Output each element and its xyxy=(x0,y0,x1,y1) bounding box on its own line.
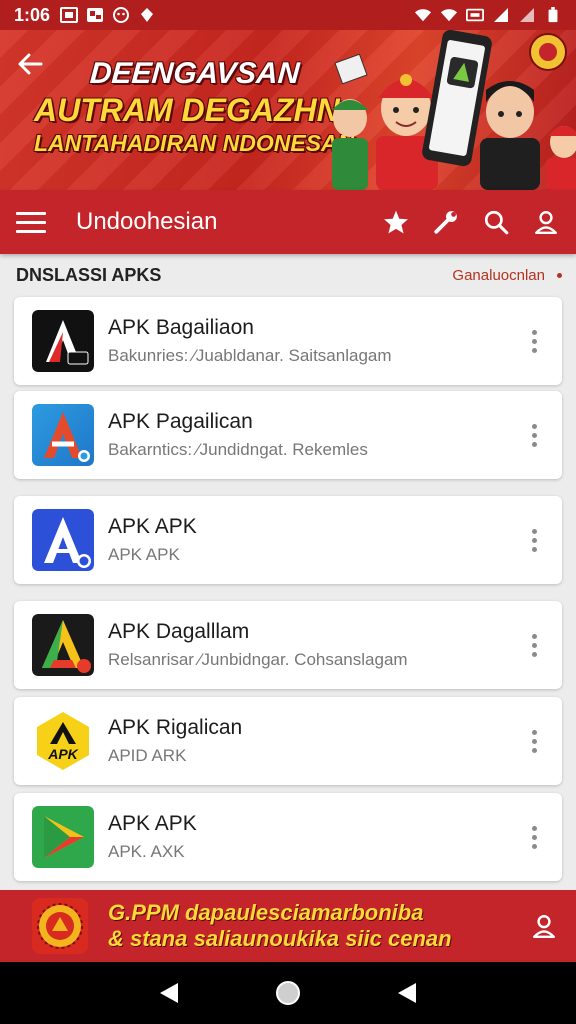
status-bar: 1:06 xyxy=(0,0,576,30)
app-subtitle: Bakunries: ⁄Juabldanar. Saitsanlagam xyxy=(108,346,392,365)
more-options-button[interactable] xyxy=(524,630,544,660)
apk-icon-text: APK xyxy=(47,746,78,762)
back-nav-icon xyxy=(160,983,179,1003)
favorites-button[interactable] xyxy=(382,208,410,236)
wifi-icon xyxy=(440,9,458,22)
promo-account-button[interactable] xyxy=(528,910,560,942)
menu-button[interactable] xyxy=(16,205,50,239)
child-right-illustration xyxy=(546,126,576,190)
status-time: 1:06 xyxy=(14,4,51,25)
child-dark-illustration xyxy=(480,81,540,190)
more-options-button[interactable] xyxy=(524,326,544,356)
nav-back-button[interactable] xyxy=(152,976,186,1010)
signal-icon xyxy=(520,8,534,22)
app-name: APK Bagailiaon xyxy=(108,316,254,339)
apk-icon-blue-red xyxy=(32,404,94,466)
app-info: APK Rigalican APID ARK xyxy=(108,716,524,766)
app-subtitle: Bakarntics: ⁄Jundidngat. Rekemles xyxy=(108,440,368,459)
app-subtitle: APID ARK xyxy=(108,746,187,765)
photo-icon xyxy=(87,8,104,22)
app-info: APK APK APK. AXK xyxy=(108,812,524,862)
emblem-illustration xyxy=(529,33,567,71)
banner-line-2: AUTRAM DEGAZHN xyxy=(34,91,340,128)
app-title: Undoohesian xyxy=(76,208,218,235)
system-nav-bar xyxy=(0,962,576,1024)
app-list-item[interactable]: APK APK APK. AXK xyxy=(14,793,562,881)
status-icons-left xyxy=(60,7,156,23)
nfc-icon xyxy=(466,8,484,22)
account-button[interactable] xyxy=(532,208,560,236)
hamburger-line xyxy=(16,229,46,233)
promo-line-2: & stana saliaunoukika siic cenan xyxy=(108,926,452,951)
app-list-item[interactable]: APK Dagalllam Relsanrisar ⁄Junbidngar. C… xyxy=(14,601,562,689)
app-name: APK Dagalllam xyxy=(108,620,250,643)
home-nav-icon xyxy=(275,981,300,1005)
wifi-icon xyxy=(414,9,432,22)
apk-icon-tricolor xyxy=(32,614,94,676)
section-link[interactable]: Ganaluocnlan xyxy=(452,267,545,284)
tools-button[interactable] xyxy=(432,208,460,236)
hamburger-line xyxy=(16,211,46,215)
section-header: DNSLASSI APKS Ganaluocnlan xyxy=(16,262,562,288)
signal-icon xyxy=(494,8,508,22)
banner-headline: DEENGAVSAN AUTRAM DEGAZHN LANTAHADIRAN N… xyxy=(34,57,355,157)
promo-banner[interactable]: G.PPM dapaulesciamarboniba & stana salia… xyxy=(0,890,576,962)
app-info: APK APK APK APK xyxy=(108,515,524,565)
bug-icon xyxy=(141,8,154,22)
app-subtitle: APK. AXK xyxy=(108,842,185,861)
hamburger-line xyxy=(16,220,46,224)
app-list-item[interactable]: APK Bagailiaon Bakunries: ⁄Juabldanar. S… xyxy=(14,297,562,385)
more-options-button[interactable] xyxy=(524,525,544,555)
face-icon xyxy=(113,7,130,23)
gallery-icon xyxy=(60,7,79,23)
search-icon xyxy=(484,210,509,235)
app-info: APK Pagailican Bakarntics: ⁄Jundidngat. … xyxy=(108,410,524,460)
section-title: DNSLASSI APKS xyxy=(16,264,162,285)
app-info: APK Dagalllam Relsanrisar ⁄Junbidngar. C… xyxy=(108,620,524,670)
user-icon xyxy=(535,211,557,235)
banner-line-3: LANTAHADIRAN NDONESAN xyxy=(34,130,355,157)
recents-nav-icon xyxy=(397,983,416,1003)
apk-icon-blue xyxy=(32,509,94,571)
promo-line-1: G.PPM dapaulesciamarboniba xyxy=(108,899,424,925)
status-icons-right xyxy=(414,7,562,23)
user-icon xyxy=(533,915,555,939)
search-button[interactable] xyxy=(482,208,510,236)
promo-text: G.PPM dapaulesciamarboniba & stana salia… xyxy=(108,900,452,953)
star-icon xyxy=(384,210,408,234)
app-name: APK Rigalican xyxy=(108,716,243,739)
app-list-item[interactable]: APK APK APK APK xyxy=(14,496,562,584)
more-options-button[interactable] xyxy=(524,420,544,450)
more-options-button[interactable] xyxy=(524,726,544,756)
app-info: APK Bagailiaon Bakunries: ⁄Juabldanar. S… xyxy=(108,316,524,366)
app-bar: Undoohesian xyxy=(0,190,576,254)
app-list-item[interactable]: APK APK Rigalican APID ARK xyxy=(14,697,562,785)
app-name: APK APK xyxy=(108,515,197,538)
banner-line-1: DEENGAVSAN xyxy=(88,57,301,90)
app-subtitle: APK APK xyxy=(108,545,180,564)
app-list-item[interactable]: APK Pagailican Bakarntics: ⁄Jundidngat. … xyxy=(14,391,562,479)
nav-home-button[interactable] xyxy=(271,976,305,1010)
banner-illustration xyxy=(332,30,576,190)
nav-recents-button[interactable] xyxy=(390,976,424,1010)
app-name: APK Pagailican xyxy=(108,410,253,433)
section-dot xyxy=(557,272,562,278)
wrench-icon xyxy=(434,211,457,234)
emblem-icon xyxy=(32,898,88,954)
app-actions xyxy=(382,208,560,236)
flag-illustration xyxy=(334,53,368,85)
more-options-button[interactable] xyxy=(524,822,544,852)
apk-icon-black xyxy=(32,310,94,372)
apk-icon-play xyxy=(32,806,94,868)
child-green-illustration xyxy=(332,99,368,190)
app-subtitle: Relsanrisar ⁄Junbidngar. Cohsanslagam xyxy=(108,650,408,669)
app-name: APK APK xyxy=(108,812,197,835)
hero-banner: DEENGAVSAN AUTRAM DEGAZHN LANTAHADIRAN N… xyxy=(0,30,576,190)
apk-icon-yellow: APK xyxy=(37,712,89,770)
battery-icon xyxy=(548,7,558,23)
